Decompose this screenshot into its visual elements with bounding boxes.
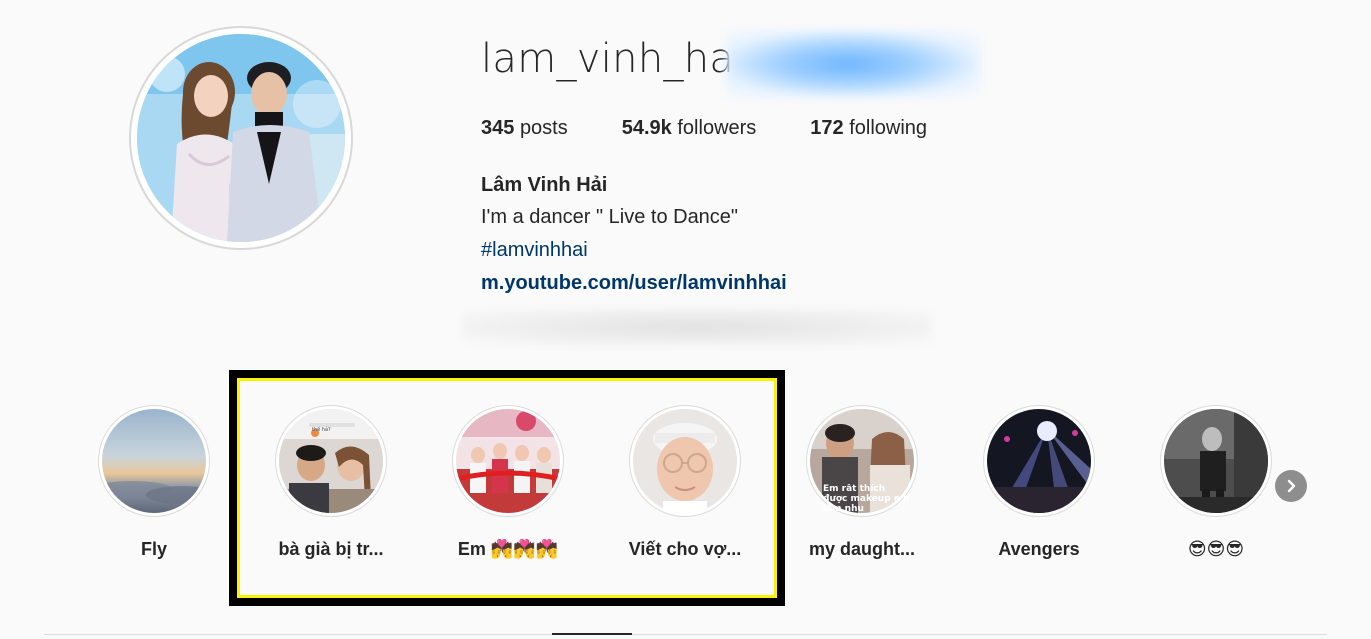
highlight-item[interactable]: bà già bị tr... — [273, 405, 389, 559]
tabs-divider — [44, 634, 1327, 635]
bw-stage-thumbnail — [1164, 409, 1268, 513]
active-tab-indicator — [552, 633, 632, 635]
highlight-label: Viết cho vợ... — [628, 539, 742, 559]
highlight-thumbnail — [102, 409, 206, 513]
highlight-label: Em 💏💏💏 — [457, 539, 559, 559]
highlight-ring — [98, 405, 210, 517]
highlight-ring — [629, 405, 741, 517]
highlight-ring — [983, 405, 1095, 517]
caption-line: được makeup e h — [823, 494, 910, 504]
redacted-blur-bar — [462, 308, 932, 346]
concert-lights-thumbnail — [987, 409, 1091, 513]
following-count: 172 — [810, 117, 844, 139]
following-label: following — [849, 117, 928, 139]
redacted-blur-patch — [726, 30, 980, 98]
bio-external-link[interactable]: m.youtube.com/user/lamvinhhai — [481, 272, 787, 295]
highlight-thumbnail — [633, 409, 737, 513]
posts-stat: 345 posts — [481, 117, 568, 140]
highlight-label: Fly — [140, 539, 167, 559]
highlight-thumbnail — [987, 409, 1091, 513]
highlight-thumb-tag: thế hả? — [312, 427, 331, 433]
profile-username: lam_vinh_hai — [481, 36, 746, 82]
bio-hashtag-link[interactable]: #lamvinhhai — [481, 239, 588, 262]
ribbon-cutting-thumbnail — [456, 409, 560, 513]
highlight-thumbnail — [456, 409, 560, 513]
followers-label: followers — [677, 117, 757, 139]
caption-line: Em rất thích — [823, 484, 886, 494]
followers-count: 54.9k — [621, 117, 672, 139]
profile-avatar-photo — [137, 34, 345, 242]
chevron-right-icon — [1287, 479, 1296, 493]
posts-label: posts — [519, 117, 568, 139]
highlight-thumbnail — [279, 409, 383, 513]
highlight-label: 😎😎😎 — [1187, 539, 1245, 559]
caption-line: lắm nhu — [823, 504, 864, 514]
story-highlights: Fly bà già bị tr... thế hả? Em 💏💏💏 Viết … — [96, 405, 1286, 575]
highlight-item[interactable]: 😎😎😎 — [1158, 405, 1274, 559]
following-stat[interactable]: 172 following — [810, 117, 927, 140]
highlight-label: Avengers — [998, 539, 1080, 559]
highlight-label: my daught... — [808, 539, 915, 559]
highlight-ring — [452, 405, 564, 517]
highlight-thumb-caption: Em rất thích được makeup e h lắm nhu — [823, 484, 915, 514]
highlight-ring — [1160, 405, 1272, 517]
man-glasses-thumbnail — [633, 409, 737, 513]
profile-stats: 345 posts 54.9k followers 172 following — [481, 117, 981, 140]
posts-count: 345 — [481, 117, 515, 139]
highlight-item[interactable]: Em 💏💏💏 — [450, 405, 566, 559]
highlight-thumbnail — [1164, 409, 1268, 513]
sky-sunset-thumbnail — [102, 409, 206, 513]
highlight-label: bà già bị tr... — [278, 539, 384, 559]
highlight-item[interactable]: Fly — [96, 405, 212, 559]
highlight-ring — [275, 405, 387, 517]
profile-avatar[interactable] — [129, 26, 353, 250]
bio-full-name: Lâm Vinh Hải — [481, 174, 608, 196]
highlight-item[interactable]: Avengers — [981, 405, 1097, 559]
bio-text: I'm a dancer " Live to Dance" — [481, 206, 739, 228]
followers-stat[interactable]: 54.9k followers — [622, 117, 757, 140]
avatar-couple-illustration — [137, 34, 345, 242]
highlight-item[interactable]: Viết cho vợ... — [627, 405, 743, 559]
couple-selfie-thumbnail — [279, 409, 383, 513]
highlights-next-button[interactable] — [1275, 470, 1307, 502]
